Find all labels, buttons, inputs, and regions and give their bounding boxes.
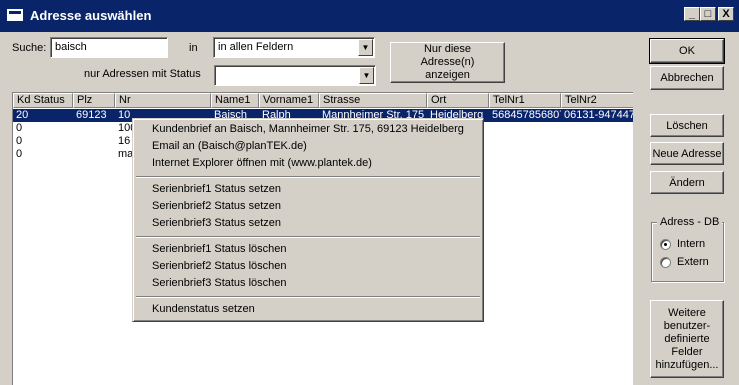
menu-item-serial2-delete[interactable]: Serienbrief2 Status löschen: [152, 259, 287, 274]
window-icon: [7, 9, 23, 21]
more-fields-button[interactable]: Weitere benutzer-definierte Felder hinzu…: [650, 300, 724, 378]
menu-item-customer-status[interactable]: Kundenstatus setzen: [152, 302, 255, 317]
radio-icon[interactable]: [660, 239, 671, 250]
more-fields-label: Weitere benutzer-definierte Felder hinzu…: [655, 306, 719, 371]
ok-button[interactable]: OK: [649, 38, 725, 64]
menu-item-serial1-set[interactable]: Serienbrief1 Status setzen: [152, 182, 281, 197]
show-only-label: Nur diese Adresse(n) anzeigen: [420, 43, 475, 81]
menu-item-serial3-delete[interactable]: Serienbrief3 Status löschen: [152, 276, 287, 291]
menu-item-serial3-set[interactable]: Serienbrief3 Status setzen: [152, 216, 281, 231]
menu-item-serial2-set[interactable]: Serienbrief2 Status setzen: [152, 199, 281, 214]
field-select[interactable]: in allen Feldern ▼: [213, 37, 375, 58]
column-header[interactable]: TelNr2: [561, 93, 633, 108]
column-header[interactable]: Strasse: [319, 93, 427, 108]
table-cell: 69123: [76, 109, 107, 121]
chevron-down-icon[interactable]: ▼: [358, 39, 373, 56]
close-button[interactable]: X: [718, 7, 734, 21]
column-header[interactable]: Ort: [427, 93, 489, 108]
column-header[interactable]: TelNr1: [489, 93, 561, 108]
maximize-button[interactable]: □: [700, 7, 716, 21]
menu-separator: [136, 296, 480, 298]
db-group-title: Adress - DB: [657, 216, 723, 228]
cancel-button[interactable]: Abbrechen: [650, 66, 724, 90]
table-cell: 0: [16, 135, 23, 147]
menu-separator: [136, 176, 480, 178]
menu-item-email[interactable]: Email an (Baisch@planTEK.de): [152, 139, 307, 154]
column-header[interactable]: Kd Status: [13, 93, 73, 108]
radio-intern-label: Intern: [677, 238, 706, 250]
menu-item-letter[interactable]: Kundenbrief an Baisch, Mannheimer Str. 1…: [152, 122, 464, 137]
radio-extern-label: Extern: [677, 256, 709, 268]
field-select-value: in allen Feldern: [218, 41, 294, 53]
column-header[interactable]: Name1: [211, 93, 259, 108]
new-address-button[interactable]: Neue Adresse: [650, 142, 724, 165]
column-header[interactable]: Nr: [115, 93, 211, 108]
context-menu: Kundenbrief an Baisch, Mannheimer Str. 1…: [132, 118, 484, 322]
menu-item-internet-explorer[interactable]: Internet Explorer öffnen mit (www.plante…: [152, 156, 372, 171]
table-cell: 20: [16, 109, 29, 121]
menu-item-serial1-delete[interactable]: Serienbrief1 Status löschen: [152, 242, 287, 257]
search-label: Suche:: [12, 42, 47, 54]
radio-intern[interactable]: Intern: [660, 238, 720, 252]
search-input-value: baisch: [55, 41, 87, 53]
chevron-down-icon[interactable]: ▼: [359, 67, 374, 84]
status-label: nur Adressen mit Status: [84, 68, 201, 80]
table-cell: 568457856807: [492, 109, 561, 121]
menu-separator: [136, 236, 480, 238]
db-group: [651, 222, 724, 282]
in-label: in: [189, 42, 198, 54]
window-title: Adresse auswählen: [30, 8, 152, 23]
table-cell: 06131-947447: [564, 109, 633, 121]
status-select[interactable]: ▼: [214, 65, 376, 86]
delete-button[interactable]: Löschen: [650, 114, 724, 137]
table-cell: 0: [16, 122, 23, 134]
change-button[interactable]: Ändern: [650, 171, 724, 194]
column-header[interactable]: Vorname1: [259, 93, 319, 108]
show-only-button[interactable]: Nur diese Adresse(n) anzeigen: [390, 42, 505, 83]
minimize-button[interactable]: _: [684, 7, 700, 21]
radio-extern[interactable]: Extern: [660, 256, 720, 270]
radio-icon[interactable]: [660, 257, 671, 268]
column-header[interactable]: Plz: [73, 93, 115, 108]
search-input[interactable]: baisch: [50, 37, 168, 58]
table-cell: 0: [16, 148, 23, 160]
